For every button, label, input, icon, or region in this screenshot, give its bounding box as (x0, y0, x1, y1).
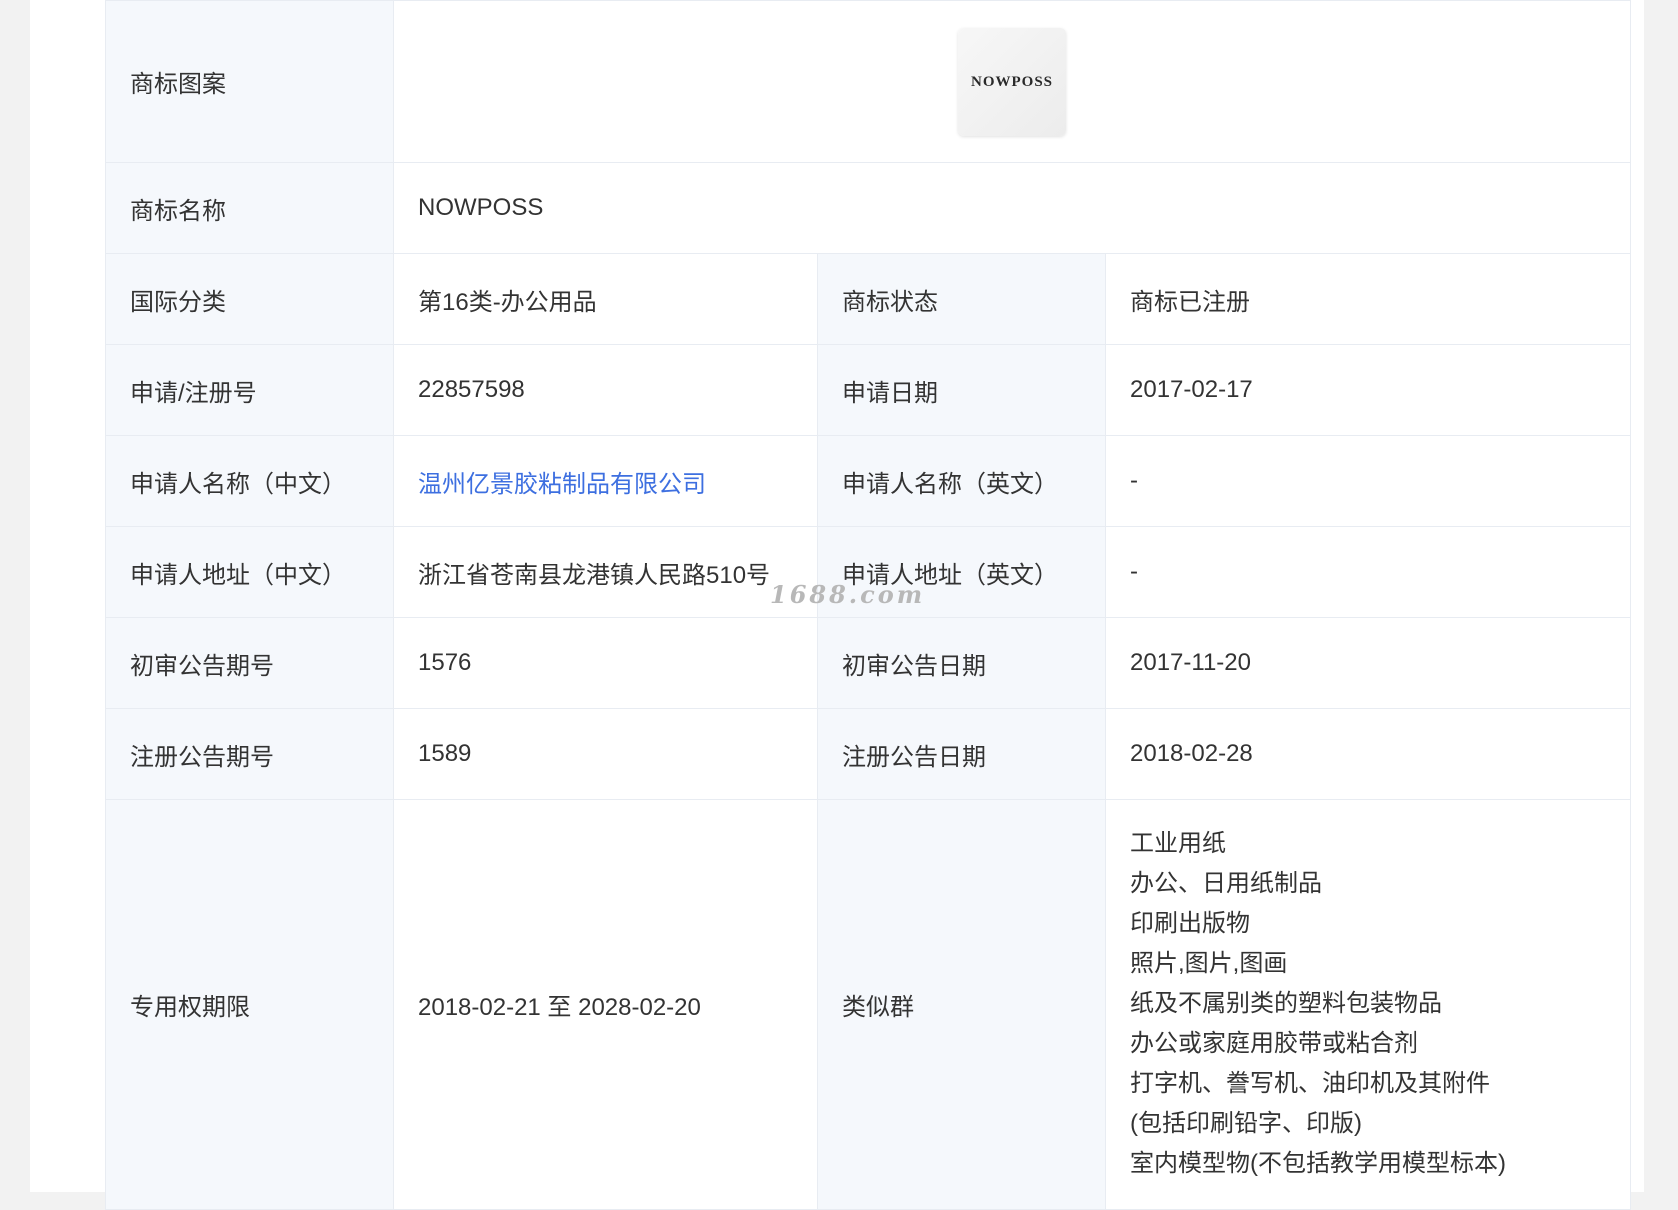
table-row: 商标图案 NOWPOSS (105, 0, 1632, 163)
applicant-cn-label: 申请人名称（中文） (105, 435, 394, 527)
table-row: 申请人名称（中文） 温州亿景胶粘制品有限公司 申请人名称（英文） - (105, 435, 1632, 527)
address-cn-label: 申请人地址（中文） (105, 526, 394, 618)
applicant-en-value: - (1104, 435, 1632, 527)
reg-issue-value: 1589 (393, 708, 818, 800)
address-en-label: 申请人地址（英文） (817, 526, 1106, 618)
exclusive-period-value: 2018-02-21 至 2028-02-20 (393, 799, 818, 1210)
table-row: 专用权期限 2018-02-21 至 2028-02-20 类似群 工业用纸 办… (105, 799, 1632, 1210)
similar-group-item: 照片,图片,图画 (1130, 950, 1288, 977)
address-en-value: - (1104, 526, 1632, 618)
trademark-logo[interactable]: NOWPOSS (958, 27, 1066, 136)
trademark-name-value: NOWPOSS (392, 162, 1632, 254)
status-value: 商标已注册 (1104, 253, 1632, 345)
trademark-image-cell: NOWPOSS (392, 0, 1632, 163)
similar-group-item: 办公或家庭用胶带或粘合剂 (1130, 1030, 1418, 1057)
trademark-info-table: 商标图案 NOWPOSS 商标名称 NOWPOSS 国际分类 第16类-办公用品… (105, 0, 1632, 1210)
applicant-cn-cell: 温州亿景胶粘制品有限公司 (393, 435, 818, 527)
similar-group-item: (包括印刷铅字、印版) (1130, 1110, 1362, 1137)
similar-groups-cell: 工业用纸 办公、日用纸制品 印刷出版物 照片,图片,图画 纸及不属别类的塑料包装… (1104, 799, 1632, 1210)
table-row: 商标名称 NOWPOSS (105, 162, 1632, 254)
exclusive-period-label: 专用权期限 (105, 799, 394, 1210)
table-row: 注册公告期号 1589 注册公告日期 2018-02-28 (105, 708, 1632, 800)
similar-group-item: 办公、日用纸制品 (1130, 870, 1322, 897)
reg-issue-label: 注册公告期号 (105, 708, 394, 800)
similar-groups-list: 工业用纸 办公、日用纸制品 印刷出版物 照片,图片,图画 纸及不属别类的塑料包装… (1130, 800, 1606, 1184)
apply-date-value: 2017-02-17 (1104, 344, 1632, 436)
similar-groups-label: 类似群 (817, 799, 1106, 1210)
table-row: 申请人地址（中文） 浙江省苍南县龙港镇人民路510号 申请人地址（英文） - (105, 526, 1632, 618)
similar-group-item: 工业用纸 (1130, 830, 1226, 857)
similar-group-item: 印刷出版物 (1130, 910, 1250, 937)
prelim-issue-value: 1576 (393, 617, 818, 709)
apply-date-label: 申请日期 (817, 344, 1106, 436)
applicant-en-label: 申请人名称（英文） (817, 435, 1106, 527)
table-row: 国际分类 第16类-办公用品 商标状态 商标已注册 (105, 253, 1632, 345)
similar-group-item: 室内模型物(不包括教学用模型标本) (1130, 1150, 1506, 1177)
table-row: 申请/注册号 22857598 申请日期 2017-02-17 (105, 344, 1632, 436)
reg-date-value: 2018-02-28 (1104, 708, 1632, 800)
applicant-cn-link[interactable]: 温州亿景胶粘制品有限公司 (418, 471, 706, 498)
address-cn-value: 浙江省苍南县龙港镇人民路510号 (393, 526, 818, 618)
reg-no-label: 申请/注册号 (105, 344, 394, 436)
prelim-date-label: 初审公告日期 (817, 617, 1106, 709)
trademark-image-label: 商标图案 (105, 0, 394, 163)
prelim-issue-label: 初审公告期号 (105, 617, 394, 709)
intl-class-value: 第16类-办公用品 (393, 253, 818, 345)
similar-group-item: 打字机、誊写机、油印机及其附件 (1130, 1070, 1490, 1097)
table-row: 初审公告期号 1576 初审公告日期 2017-11-20 (105, 617, 1632, 709)
intl-class-label: 国际分类 (105, 253, 394, 345)
content-panel: 商标图案 NOWPOSS 商标名称 NOWPOSS 国际分类 第16类-办公用品… (30, 0, 1644, 1210)
reg-date-label: 注册公告日期 (817, 708, 1106, 800)
similar-group-item: 纸及不属别类的塑料包装物品 (1130, 990, 1442, 1017)
reg-no-value: 22857598 (393, 344, 818, 436)
prelim-date-value: 2017-11-20 (1104, 617, 1632, 709)
trademark-name-label: 商标名称 (105, 162, 394, 254)
status-label: 商标状态 (817, 253, 1106, 345)
